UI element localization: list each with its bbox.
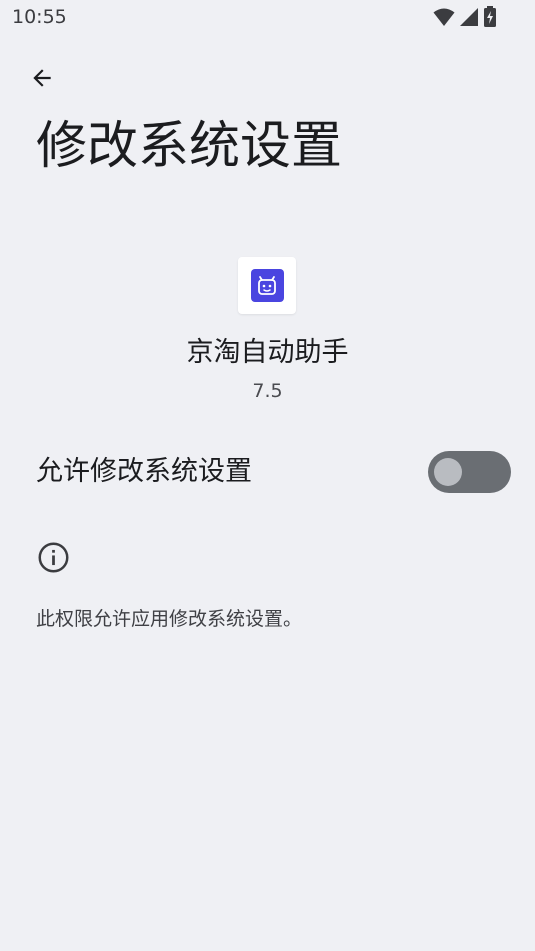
status-bar: 10:55 xyxy=(0,0,535,38)
robot-face-icon xyxy=(250,269,284,302)
allow-modify-settings-toggle[interactable] xyxy=(428,451,511,493)
battery-charging-icon xyxy=(484,6,496,27)
info-text: 此权限允许应用修改系统设置。 xyxy=(36,608,303,630)
wifi-icon xyxy=(433,8,455,26)
back-button[interactable] xyxy=(22,58,62,98)
app-icon xyxy=(238,257,296,314)
toggle-thumb xyxy=(434,458,462,486)
cellular-signal-icon xyxy=(460,8,478,26)
page-title: 修改系统设置 xyxy=(36,117,343,176)
setting-label: 允许修改系统设置 xyxy=(36,456,252,487)
info-icon xyxy=(37,541,70,574)
app-name: 京淘自动助手 xyxy=(186,337,349,368)
status-icons xyxy=(433,6,497,28)
arrow-back-icon xyxy=(33,69,51,87)
status-time: 10:55 xyxy=(12,6,67,28)
app-version: 7.5 xyxy=(252,380,283,402)
allow-modify-settings-row[interactable]: 允许修改系统设置 xyxy=(0,440,535,506)
